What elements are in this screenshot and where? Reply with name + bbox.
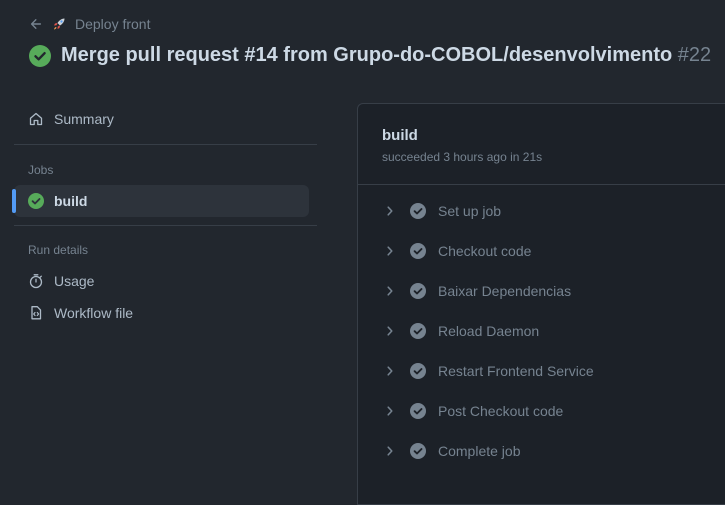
run-title-row: Merge pull request #14 from Grupo-do-COB… xyxy=(29,44,711,67)
page-title: Merge pull request #14 from Grupo-do-COB… xyxy=(61,44,711,67)
step-row[interactable]: Set up job xyxy=(358,191,725,231)
step-label: Set up job xyxy=(438,203,502,219)
job-title: build xyxy=(382,127,418,144)
step-success-check-icon xyxy=(410,283,426,299)
step-label: Complete job xyxy=(438,443,521,459)
step-success-check-icon xyxy=(410,443,426,459)
run-details-heading: Run details xyxy=(28,243,89,257)
chevron-right-icon[interactable] xyxy=(384,365,396,377)
success-check-icon xyxy=(28,193,44,209)
breadcrumb: Deploy front xyxy=(29,16,150,32)
chevron-right-icon[interactable] xyxy=(384,245,396,257)
workflow-name-link[interactable]: Deploy front xyxy=(75,16,150,32)
sidebar-item-label: Summary xyxy=(54,111,114,127)
step-label: Checkout code xyxy=(438,243,532,259)
step-label: Post Checkout code xyxy=(438,403,564,419)
chevron-right-icon[interactable] xyxy=(384,205,396,217)
step-success-check-icon xyxy=(410,243,426,259)
sidebar-item-summary[interactable]: Summary xyxy=(14,103,317,135)
step-label: Restart Frontend Service xyxy=(438,363,594,379)
step-row[interactable]: Post Checkout code xyxy=(358,391,725,431)
divider xyxy=(14,225,317,226)
step-row[interactable]: Restart Frontend Service xyxy=(358,351,725,391)
divider xyxy=(14,144,317,145)
home-icon xyxy=(29,112,43,126)
step-list: Set up job Checkout code Baixar Dependen… xyxy=(358,185,725,471)
step-success-check-icon xyxy=(410,363,426,379)
success-check-icon xyxy=(29,44,51,67)
step-row[interactable]: Checkout code xyxy=(358,231,725,271)
sidebar: Summary Jobs build Run details Usage Wor… xyxy=(12,100,317,329)
run-title: Merge pull request #14 from Grupo-do-COB… xyxy=(61,44,673,66)
run-number: #22 xyxy=(677,44,712,66)
step-label: Reload Daemon xyxy=(438,323,540,339)
sidebar-item-label: Workflow file xyxy=(54,305,134,321)
sidebar-item-workflow-file[interactable]: Workflow file xyxy=(14,297,317,329)
job-panel: build succeeded 3 hours ago in 21s Set u… xyxy=(357,103,725,505)
chevron-right-icon[interactable] xyxy=(384,325,396,337)
step-row[interactable]: Baixar Dependencias xyxy=(358,271,725,311)
step-success-check-icon xyxy=(410,403,426,419)
stopwatch-icon xyxy=(29,274,43,289)
job-header: build succeeded 3 hours ago in 21s xyxy=(358,104,725,185)
chevron-right-icon[interactable] xyxy=(384,445,396,457)
arrow-left-icon[interactable] xyxy=(29,17,43,31)
sidebar-item-label: build xyxy=(54,193,88,209)
job-status-line: succeeded 3 hours ago in 21s xyxy=(382,150,543,164)
step-row[interactable]: Reload Daemon xyxy=(358,311,725,351)
sidebar-item-usage[interactable]: Usage xyxy=(14,265,317,297)
sidebar-item-build[interactable]: build xyxy=(12,185,309,217)
chevron-right-icon[interactable] xyxy=(384,405,396,417)
step-success-check-icon xyxy=(410,203,426,219)
file-code-icon xyxy=(31,306,42,320)
step-success-check-icon xyxy=(410,323,426,339)
step-row[interactable]: Complete job xyxy=(358,431,725,471)
chevron-right-icon[interactable] xyxy=(384,285,396,297)
active-indicator xyxy=(12,189,16,213)
sidebar-item-label: Usage xyxy=(54,273,95,289)
rocket-icon xyxy=(54,18,65,30)
jobs-heading: Jobs xyxy=(28,163,54,177)
step-label: Baixar Dependencias xyxy=(438,283,572,299)
